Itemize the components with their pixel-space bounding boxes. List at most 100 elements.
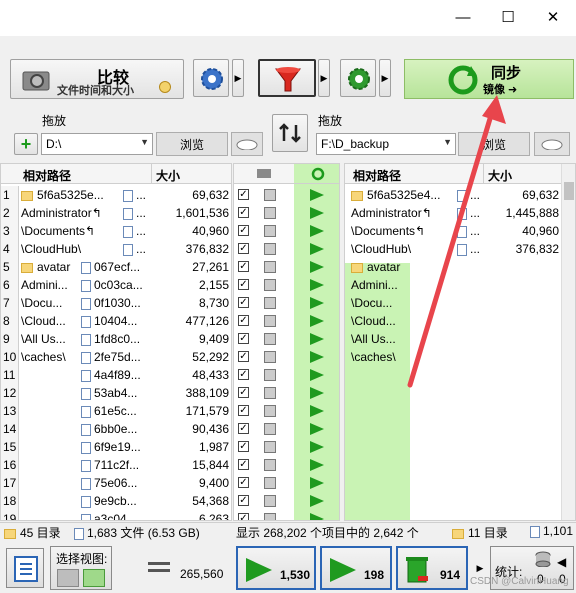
table-row[interactable]: 12 53ab4... 388,109 <box>1 384 231 402</box>
right-path-input[interactable]: F:\D_backup ▼ <box>316 133 456 155</box>
table-row[interactable]: \Documents↰... 40,960 <box>345 222 575 240</box>
chevron-down-icon[interactable]: ▼ <box>140 137 149 147</box>
table-row[interactable]: \Docu... <box>345 294 575 312</box>
table-row[interactable] <box>345 384 575 402</box>
table-row[interactable]: Admini... <box>345 276 575 294</box>
table-row[interactable]: 5 avatar 067ecf... 27,261 <box>1 258 231 276</box>
sync-direction-icon[interactable] <box>310 477 324 489</box>
table-row[interactable]: 3 \Documents↰... 40,960 <box>1 222 231 240</box>
table-row[interactable]: \caches\ <box>345 348 575 366</box>
right-cloud-button[interactable] <box>534 132 570 156</box>
action-row[interactable]: ✓ <box>234 348 339 366</box>
sync-direction-icon[interactable] <box>310 207 324 219</box>
table-row[interactable]: \Cloud... <box>345 312 575 330</box>
include-checkbox[interactable]: ✓ <box>238 279 249 290</box>
include-checkbox[interactable]: ✓ <box>238 405 249 416</box>
table-row[interactable] <box>345 420 575 438</box>
minimize-button[interactable]: — <box>440 0 486 34</box>
action-row[interactable]: ✓ <box>234 402 339 420</box>
table-row[interactable] <box>345 456 575 474</box>
action-row[interactable]: ✓ <box>234 276 339 294</box>
table-row[interactable]: 11 4a4f89... 48,433 <box>1 366 231 384</box>
table-row[interactable]: 14 6bb0e... 90,436 <box>1 420 231 438</box>
add-folder-pair-button[interactable]: + <box>14 133 38 155</box>
include-checkbox[interactable]: ✓ <box>238 459 249 470</box>
filter-button[interactable] <box>258 59 316 97</box>
action-row[interactable]: ✓ <box>234 294 339 312</box>
sync-direction-icon[interactable] <box>310 243 324 255</box>
table-row[interactable] <box>345 366 575 384</box>
include-checkbox[interactable]: ✓ <box>238 477 249 488</box>
action-row[interactable]: ✓ <box>234 186 339 204</box>
sync-options-arrow[interactable]: ▶ <box>379 59 391 97</box>
table-row[interactable] <box>345 474 575 492</box>
compare-view-toggle[interactable] <box>57 569 79 587</box>
include-checkbox[interactable]: ✓ <box>238 261 249 272</box>
table-row[interactable]: 7 \Docu... 0f1030... 8,730 <box>1 294 231 312</box>
more-filters-arrow[interactable]: ▶ <box>474 558 486 578</box>
action-row[interactable]: ✓ <box>234 438 339 456</box>
include-checkbox[interactable]: ✓ <box>238 189 249 200</box>
action-row[interactable]: ✓ <box>234 204 339 222</box>
table-row[interactable]: 18 9e9cb... 54,368 <box>1 492 231 510</box>
sync-direction-icon[interactable] <box>310 279 324 291</box>
table-row[interactable]: 10 \caches\ 2fe75d... 52,292 <box>1 348 231 366</box>
action-row[interactable]: ✓ <box>234 222 339 240</box>
include-checkbox[interactable]: ✓ <box>238 423 249 434</box>
include-checkbox[interactable]: ✓ <box>238 369 249 380</box>
include-checkbox[interactable]: ✓ <box>238 351 249 362</box>
create-filter-button[interactable]: 1,530 <box>236 546 316 590</box>
table-row[interactable]: 8 \Cloud... 10404... 477,126 <box>1 312 231 330</box>
compare-settings-button[interactable] <box>193 59 229 97</box>
table-row[interactable]: 2 Administrator↰... 1,601,536 <box>1 204 231 222</box>
sync-direction-icon[interactable] <box>310 423 324 435</box>
maximize-button[interactable]: ☐ <box>485 0 531 34</box>
table-row[interactable]: 13 61e5c... 171,579 <box>1 402 231 420</box>
table-row[interactable]: 9 \All Us... 1fd8c0... 9,409 <box>1 330 231 348</box>
table-row[interactable]: \CloudHub\... 376,832 <box>345 240 575 258</box>
table-row[interactable]: 4 \CloudHub\... 376,832 <box>1 240 231 258</box>
action-row[interactable]: ✓ <box>234 456 339 474</box>
left-file-grid[interactable]: 相对路径 大小 1 5f6a5325e...... 69,632 2 Administr… <box>0 163 232 521</box>
table-row[interactable]: 17 75e06... 9,400 <box>1 474 231 492</box>
action-row[interactable]: ✓ <box>234 474 339 492</box>
table-row[interactable]: Administrator↰... 1,445,888 <box>345 204 575 222</box>
action-row[interactable]: ✓ <box>234 312 339 330</box>
table-row[interactable]: 6 Admini... 0c03ca... 2,155 <box>1 276 231 294</box>
include-checkbox[interactable]: ✓ <box>238 333 249 344</box>
sync-direction-icon[interactable] <box>310 369 324 381</box>
scrollbar-thumb[interactable] <box>564 182 574 200</box>
compare-options-arrow[interactable]: ▶ <box>232 59 244 97</box>
sync-direction-icon[interactable] <box>310 405 324 417</box>
sync-direction-icon[interactable] <box>310 459 324 471</box>
right-header-path[interactable]: 相对路径 <box>345 164 483 184</box>
vertical-scrollbar[interactable] <box>561 164 575 520</box>
action-grid[interactable]: ✓ ✓ ✓ ✓ ✓ ✓ ✓ ✓ ✓ ✓ ✓ ✓ ✓ ✓ ✓ ✓ ✓ ✓ ✓ <box>233 163 340 521</box>
table-row[interactable]: 19 a3c04... 6,263 <box>1 510 231 520</box>
log-button[interactable] <box>6 548 44 588</box>
table-row[interactable] <box>345 438 575 456</box>
sync-direction-icon[interactable] <box>310 225 324 237</box>
left-browse-button[interactable]: 浏览 <box>156 132 228 156</box>
include-checkbox[interactable]: ✓ <box>238 315 249 326</box>
action-row[interactable]: ✓ <box>234 258 339 276</box>
table-row[interactable] <box>345 510 575 520</box>
left-path-input[interactable]: D:\ ▼ <box>41 133 153 155</box>
include-checkbox[interactable]: ✓ <box>238 243 249 254</box>
compare-button[interactable]: 比较 文件时间和大小 <box>10 59 184 99</box>
sync-direction-icon[interactable] <box>310 441 324 453</box>
table-row[interactable]: 1 5f6a5325e...... 69,632 <box>1 186 231 204</box>
include-checkbox[interactable]: ✓ <box>238 441 249 452</box>
action-row[interactable]: ✓ <box>234 510 339 520</box>
close-button[interactable]: ✕ <box>530 0 576 34</box>
table-row[interactable] <box>345 492 575 510</box>
right-file-grid[interactable]: 相对路径 大小 5f6a5325e4...... 69,632 Administra… <box>344 163 576 521</box>
action-row[interactable]: ✓ <box>234 384 339 402</box>
table-row[interactable]: avatar <box>345 258 575 276</box>
filter-options-arrow[interactable]: ▶ <box>318 59 330 97</box>
sync-direction-icon[interactable] <box>310 495 324 507</box>
include-checkbox[interactable]: ✓ <box>238 495 249 506</box>
action-row[interactable]: ✓ <box>234 366 339 384</box>
sync-direction-icon[interactable] <box>310 261 324 273</box>
sync-direction-icon[interactable] <box>310 333 324 345</box>
